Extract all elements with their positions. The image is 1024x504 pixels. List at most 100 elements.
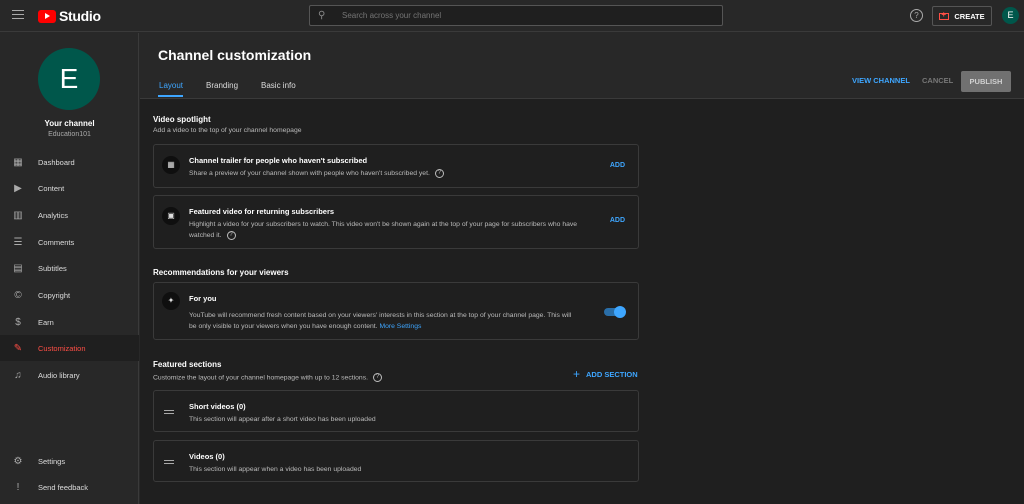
sidebar-item-label: Settings	[38, 456, 66, 466]
section-title-video-spotlight: Video spotlight	[153, 115, 211, 124]
main-content: Channel customization Layout Branding Ba…	[140, 33, 1024, 504]
tab-branding[interactable]: Branding	[206, 81, 238, 90]
audio-library-icon: ♫	[14, 369, 22, 381]
channel-avatar[interactable]: E	[38, 48, 100, 110]
cancel-button[interactable]: CANCEL	[922, 76, 953, 85]
search-icon: ⚲	[318, 10, 326, 21]
channel-trailer-card: ▦ Channel trailer for people who haven't…	[153, 144, 639, 188]
for-you-card: ✦ For you YouTube will recommend fresh c…	[153, 282, 639, 340]
sidebar-item-settings[interactable]: ⚙ Settings	[0, 448, 139, 474]
subtitles-icon: ▤	[13, 262, 23, 274]
card-title: Featured video for returning subscribers	[189, 207, 335, 216]
featured-section-videos[interactable]: Videos (0) This section will appear when…	[153, 440, 639, 482]
section-subtitle-text: Customize the layout of your channel hom…	[153, 374, 368, 382]
sidebar-item-earn[interactable]: $ Earn	[0, 309, 139, 335]
sparkle-icon: ✦	[162, 292, 180, 310]
card-description: YouTube will recommend fresh content bas…	[189, 310, 571, 332]
logo-text: Studio	[59, 8, 101, 24]
sidebar-item-label: Dashboard	[38, 157, 75, 167]
page-header: Channel customization Layout Branding Ba…	[140, 33, 1024, 99]
plus-icon: +	[573, 367, 581, 381]
section-title-featured-sections: Featured sections	[153, 360, 222, 369]
card-desc-text: Share a preview of your channel shown wi…	[189, 170, 430, 177]
earn-icon: $	[15, 316, 21, 328]
sidebar-item-subtitles[interactable]: ▤ Subtitles	[0, 255, 139, 281]
create-label: CREATE	[954, 11, 985, 21]
toggle-knob	[614, 306, 626, 318]
comments-icon: ☰	[13, 236, 23, 248]
card-title: Channel trailer for people who haven't s…	[189, 156, 368, 165]
gear-icon: ⚙	[13, 455, 23, 467]
sidebar-item-analytics[interactable]: ▥ Analytics	[0, 202, 139, 228]
for-you-toggle[interactable]	[604, 306, 626, 318]
card-description: This section will appear after a short v…	[189, 416, 376, 423]
sidebar-item-label: Subtitles	[38, 263, 67, 273]
sidebar-item-content[interactable]: ▶ Content	[0, 175, 139, 201]
sidebar-item-label: Content	[38, 183, 65, 193]
sidebar-item-customization[interactable]: ✎ Customization	[0, 335, 139, 361]
channel-name: Education101	[48, 131, 91, 138]
card-description: Highlight a video for your subscribers t…	[189, 219, 577, 241]
copyright-icon: ©	[14, 289, 22, 301]
help-icon[interactable]: ?	[373, 373, 382, 382]
add-section-label: ADD SECTION	[586, 369, 638, 379]
help-icon[interactable]: ?	[226, 230, 236, 240]
more-settings-link[interactable]: More Settings	[379, 323, 421, 330]
sidebar-item-comments[interactable]: ☰ Comments	[0, 229, 139, 255]
card-title: For you	[189, 294, 217, 303]
sidebar-item-label: Comments	[38, 237, 75, 247]
card-title: Short videos (0)	[189, 402, 246, 411]
add-trailer-button[interactable]: ADD	[610, 162, 625, 169]
youtube-logo-icon	[38, 9, 56, 23]
feedback-icon: !	[16, 481, 20, 493]
account-avatar[interactable]: E	[1002, 7, 1019, 24]
drag-handle-icon[interactable]	[164, 460, 174, 466]
view-channel-button[interactable]: VIEW CHANNEL	[852, 76, 910, 85]
sidebar-item-copyright[interactable]: © Copyright	[0, 282, 139, 308]
sidebar-item-label: Copyright	[38, 290, 71, 300]
menu-icon[interactable]	[12, 10, 24, 20]
card-description: Share a preview of your channel shown wi…	[189, 168, 444, 179]
card-desc-line1: YouTube will recommend fresh content bas…	[189, 312, 572, 319]
section-subtitle: Add a video to the top of your channel h…	[153, 127, 302, 134]
studio-logo[interactable]: Studio	[38, 8, 101, 24]
card-description: This section will appear when a video ha…	[189, 466, 362, 473]
search-bar[interactable]: ⚲	[309, 5, 723, 26]
sidebar-item-audio-library[interactable]: ♫ Audio library	[0, 362, 139, 388]
analytics-icon: ▥	[13, 209, 23, 221]
page-title: Channel customization	[158, 47, 312, 63]
featured-video-card: ▣ Featured video for returning subscribe…	[153, 195, 639, 249]
sidebar-item-send-feedback[interactable]: ! Send feedback	[0, 474, 139, 500]
card-desc-line2: be only visible to your viewers when you…	[189, 323, 378, 330]
help-icon[interactable]: ?	[434, 168, 444, 178]
section-title-recommendations: Recommendations for your viewers	[153, 268, 289, 277]
sidebar: E Your channel Education101 ▦ Dashboard …	[0, 33, 139, 504]
add-featured-button[interactable]: ADD	[610, 217, 625, 224]
dashboard-icon: ▦	[13, 156, 23, 168]
publish-button[interactable]: PUBLISH	[961, 71, 1011, 92]
film-strip-icon: ▦	[162, 156, 180, 174]
sidebar-item-label: Earn	[38, 317, 54, 327]
drag-handle-icon[interactable]	[164, 410, 174, 416]
active-tab-indicator	[158, 95, 183, 97]
add-section-button[interactable]: + ADD SECTION	[573, 367, 638, 381]
sidebar-item-dashboard[interactable]: ▦ Dashboard	[0, 149, 139, 175]
tab-layout[interactable]: Layout	[159, 81, 183, 90]
featured-video-icon: ▣	[162, 207, 180, 225]
create-button[interactable]: CREATE	[932, 6, 992, 26]
help-icon[interactable]: ?	[910, 9, 923, 22]
sidebar-item-label: Send feedback	[38, 482, 89, 492]
create-video-icon	[939, 10, 950, 20]
channel-title: Your channel	[44, 119, 95, 128]
content-icon: ▶	[14, 182, 22, 194]
search-input[interactable]	[342, 11, 702, 20]
sidebar-item-label: Customization	[38, 343, 86, 353]
tab-basic-info[interactable]: Basic info	[261, 81, 296, 90]
sidebar-item-label: Analytics	[38, 210, 69, 220]
top-bar: Studio ⚲ ? CREATE E	[0, 0, 1024, 32]
card-desc-line1: Highlight a video for your subscribers t…	[189, 221, 578, 228]
card-title: Videos (0)	[189, 452, 225, 461]
card-desc-line2: watched it.	[189, 232, 222, 239]
featured-section-short-videos[interactable]: Short videos (0) This section will appea…	[153, 390, 639, 432]
section-subtitle: Customize the layout of your channel hom…	[153, 373, 382, 382]
